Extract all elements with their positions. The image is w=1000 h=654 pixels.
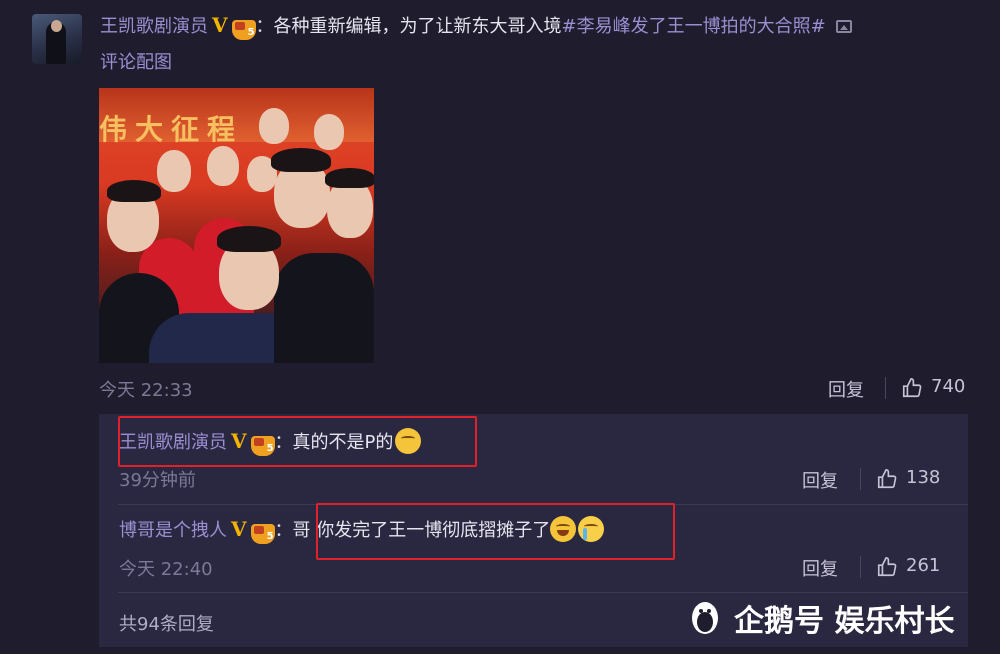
post-username[interactable]: 王凯歌剧演员	[100, 16, 208, 37]
thumbs-up-icon	[901, 377, 922, 397]
level-badge-icon: 5	[250, 524, 275, 544]
divider	[118, 592, 968, 593]
post-text: 各种重新编辑，为了让新东大哥入境	[273, 16, 562, 37]
figure-face	[314, 114, 344, 150]
hashtag-link[interactable]: #李易峰发了王一博拍的大合照#	[562, 16, 826, 37]
reply-username[interactable]: 博哥是个拽人	[119, 520, 227, 541]
reply-button[interactable]: 回复	[802, 555, 838, 581]
figure-hair	[325, 168, 374, 188]
like-button[interactable]: 138	[876, 467, 940, 488]
colon: ：	[255, 16, 274, 37]
post-photo[interactable]: 伟大征程	[99, 88, 374, 363]
level-badge-icon: 5	[231, 20, 256, 40]
post-timestamp: 今天 22:33	[99, 380, 193, 401]
figure-hair	[107, 180, 161, 202]
figure-suit	[274, 253, 374, 363]
verified-icon: V	[231, 517, 247, 541]
penguin-logo-icon	[688, 600, 722, 636]
thumbs-up-icon	[876, 556, 897, 576]
figure-face	[259, 108, 289, 144]
colon: ：	[274, 520, 293, 541]
divider	[885, 377, 886, 399]
reply-button[interactable]: 回复	[828, 376, 864, 402]
avatar[interactable]	[32, 14, 82, 64]
figure-face	[157, 150, 191, 192]
verified-icon: V	[212, 13, 228, 37]
highlight-box	[118, 416, 477, 467]
divider	[860, 556, 861, 578]
figure-hair	[217, 226, 281, 252]
image-icon[interactable]	[835, 20, 852, 33]
figure-face	[207, 146, 239, 186]
watermark: 企鹅号 娱乐村长	[688, 596, 954, 640]
like-button[interactable]: 261	[876, 555, 940, 576]
reply-button[interactable]: 回复	[802, 467, 838, 493]
image-link[interactable]: 评论配图	[100, 50, 960, 76]
figure-hair	[271, 148, 331, 172]
total-replies-link[interactable]: 共94条回复	[119, 610, 214, 636]
thumbs-up-icon	[876, 468, 897, 488]
watermark-text: 企鹅号 娱乐村长	[734, 604, 955, 639]
like-count: 740	[931, 376, 966, 397]
like-count: 261	[906, 555, 941, 576]
divider	[860, 468, 861, 490]
post-content: 王凯歌剧演员 V 5：各种重新编辑，为了让新东大哥入境#李易峰发了王一博拍的大合照#…	[100, 12, 960, 76]
reply-timestamp: 39分钟前	[119, 470, 196, 491]
like-count: 138	[906, 467, 941, 488]
highlight-box	[316, 503, 675, 560]
like-button[interactable]: 740	[901, 376, 965, 397]
avatar-head	[51, 20, 62, 32]
reply-timestamp: 今天 22:40	[119, 559, 213, 580]
